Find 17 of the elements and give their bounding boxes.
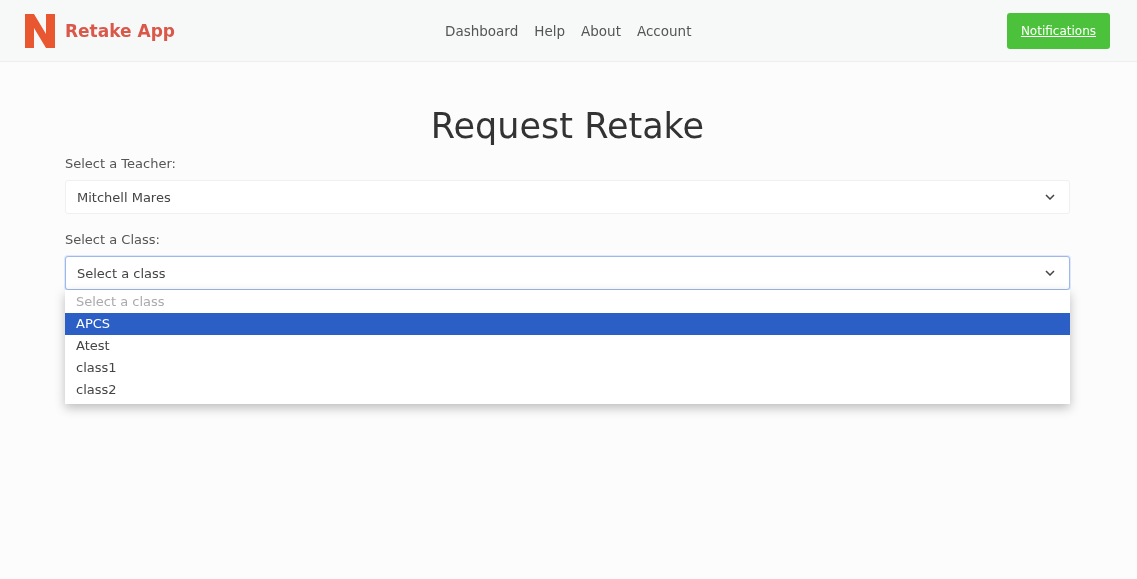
nav-link[interactable]: Account (636, 22, 692, 39)
teacher-select[interactable]: Mitchell Mares (65, 180, 1070, 214)
nav-link[interactable]: Dashboard (445, 22, 519, 39)
field-label: Select a Class: (65, 232, 161, 247)
logo-icon (25, 13, 55, 48)
class-select[interactable]: Select a class (65, 256, 1070, 290)
chevron-icon (1045, 194, 1055, 200)
dropdown-option[interactable]: class1 (65, 357, 1070, 379)
nav-link[interactable]: Help (534, 22, 566, 39)
chevron-icon (1045, 270, 1055, 276)
page-title: Request Retake (429, 106, 706, 146)
dropdown-option[interactable]: APCS (65, 313, 1070, 335)
nav-link[interactable]: About (581, 22, 621, 39)
dropdown-option[interactable]: Atest (65, 335, 1070, 357)
dropdown-option[interactable]: class2 (65, 379, 1070, 401)
brand-name[interactable]: Retake App (65, 20, 175, 41)
field-label: Select a Teacher: (65, 156, 177, 171)
